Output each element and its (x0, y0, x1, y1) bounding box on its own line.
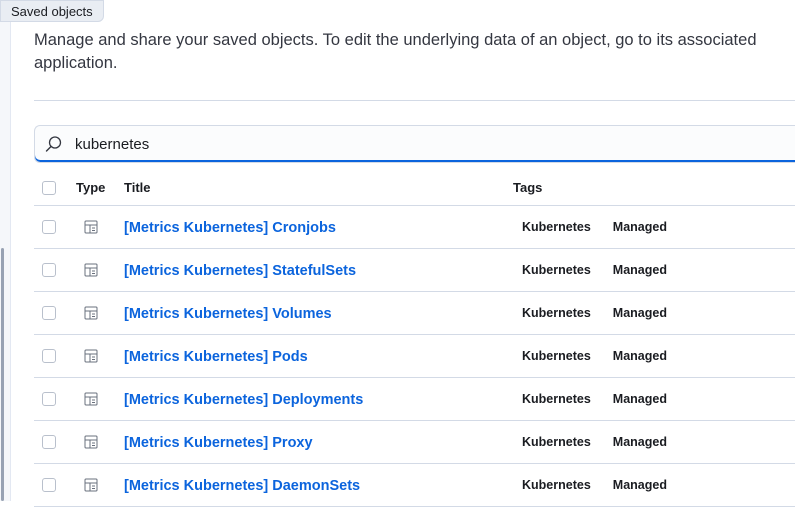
row-checkbox[interactable] (42, 263, 56, 277)
object-title-link[interactable]: [Metrics Kubernetes] Cronjobs (124, 220, 336, 236)
tag-badge[interactable]: Managed (604, 390, 676, 408)
column-header-tags: Tags (513, 170, 795, 206)
page-description: Manage and share your saved objects. To … (34, 31, 757, 72)
tag-badge[interactable]: Managed (604, 218, 676, 236)
row-checkbox[interactable] (42, 478, 56, 492)
search-icon (45, 135, 63, 153)
object-title-link[interactable]: [Metrics Kubernetes] StatefulSets (124, 263, 356, 279)
dashboard-icon (84, 349, 98, 363)
search-box[interactable] (34, 125, 795, 163)
table-row: [Metrics Kubernetes] Deployments Kuberne… (34, 377, 795, 421)
saved-objects-table: Type Title Tags [Metrics Kubernetes] Cro… (34, 170, 795, 507)
column-header-type[interactable]: Type (76, 170, 124, 206)
tag-badge[interactable]: Kubernetes (513, 433, 600, 451)
tag-badge[interactable]: Managed (604, 433, 676, 451)
dashboard-icon (84, 306, 98, 320)
tag-badge[interactable]: Managed (604, 347, 676, 365)
search-input[interactable] (75, 135, 675, 153)
row-checkbox[interactable] (42, 349, 56, 363)
table-row: [Metrics Kubernetes] Pods Kubernetes Mana… (34, 334, 795, 378)
tag-badge[interactable]: Kubernetes (513, 390, 600, 408)
tag-badge[interactable]: Kubernetes (513, 347, 600, 365)
column-header-title[interactable]: Title (124, 170, 513, 206)
tag-badge[interactable]: Managed (604, 304, 676, 322)
tag-badge[interactable]: Kubernetes (513, 476, 600, 494)
dashboard-icon (84, 263, 98, 277)
object-title-link[interactable]: [Metrics Kubernetes] DaemonSets (124, 478, 360, 494)
row-checkbox[interactable] (42, 435, 56, 449)
table-row: [Metrics Kubernetes] Proxy Kubernetes Man… (34, 420, 795, 464)
object-title-link[interactable]: [Metrics Kubernetes] Volumes (124, 306, 332, 322)
dashboard-icon (84, 220, 98, 234)
table-row: [Metrics Kubernetes] Volumes Kubernetes M… (34, 291, 795, 335)
tag-badge[interactable]: Managed (604, 261, 676, 279)
saved-objects-tooltip: Saved objects (0, 0, 104, 22)
row-checkbox[interactable] (42, 220, 56, 234)
left-rail (0, 0, 11, 501)
scrollbar-thumb[interactable] (1, 248, 4, 501)
table-header-row: Type Title Tags (34, 170, 795, 206)
tag-badge[interactable]: Kubernetes (513, 304, 600, 322)
row-checkbox[interactable] (42, 306, 56, 320)
object-title-link[interactable]: [Metrics Kubernetes] Proxy (124, 435, 313, 451)
dashboard-icon (84, 392, 98, 406)
table-row: [Metrics Kubernetes] DaemonSets Kubernet… (34, 463, 795, 507)
object-title-link[interactable]: [Metrics Kubernetes] Pods (124, 349, 308, 365)
tag-badge[interactable]: Kubernetes (513, 218, 600, 236)
select-all-checkbox[interactable] (42, 180, 56, 195)
dashboard-icon (84, 478, 98, 492)
dashboard-icon (84, 435, 98, 449)
table-row: [Metrics Kubernetes] StatefulSets Kubern… (34, 248, 795, 292)
header-divider (34, 100, 795, 101)
tag-badge[interactable]: Managed (604, 476, 676, 494)
tag-badge[interactable]: Kubernetes (513, 261, 600, 279)
row-checkbox[interactable] (42, 392, 56, 406)
table-row: [Metrics Kubernetes] Cronjobs Kubernetes… (34, 205, 795, 249)
object-title-link[interactable]: [Metrics Kubernetes] Deployments (124, 392, 363, 408)
